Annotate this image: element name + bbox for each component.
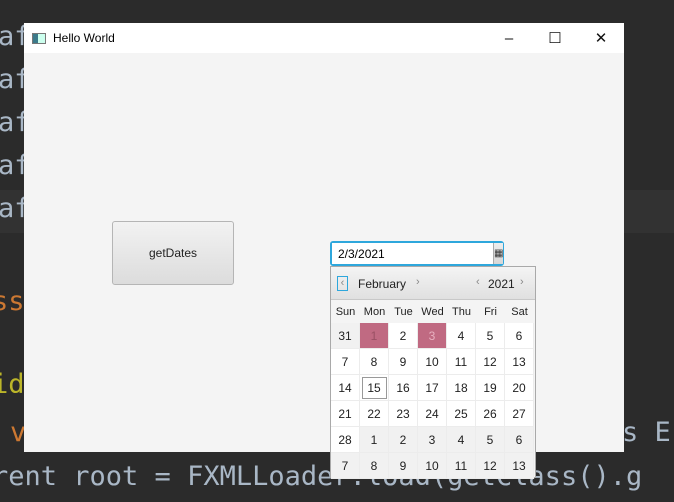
get-dates-button[interactable]: getDates	[112, 221, 234, 285]
day-name: Wed	[421, 306, 444, 318]
day-cell[interactable]: 23	[389, 401, 418, 427]
day-cell[interactable]: 9	[389, 349, 418, 375]
calendar-grid: 31 1 2 3 4 5 6 7 8 9 10 11 12 13 14 15 16 17 18 19 20 21 22 23 2…	[331, 323, 534, 479]
calendar-header: ‹ February › ‹ 2021 ›	[331, 267, 535, 300]
day-cell[interactable]: 8	[360, 453, 389, 479]
day-cell[interactable]: 6	[505, 323, 534, 349]
day-names-row: Sun Mon Tue Wed Thu Fri Sat	[331, 301, 534, 323]
day-cell[interactable]: 10	[418, 349, 447, 375]
day-cell[interactable]: 12	[476, 453, 505, 479]
day-cell[interactable]: 27	[505, 401, 534, 427]
day-cell[interactable]: 7	[331, 349, 360, 375]
date-input[interactable]	[332, 243, 493, 264]
day-cell[interactable]: 9	[389, 453, 418, 479]
code-fragment: rent root = FXMLLoader.load(getClass().g	[0, 461, 643, 492]
maximize-button[interactable]: ☐	[532, 23, 578, 53]
year-label: 2021	[488, 277, 515, 291]
minimize-button[interactable]: –	[486, 23, 532, 53]
day-cell[interactable]: 6	[505, 427, 534, 453]
app-icon	[32, 32, 46, 44]
day-cell[interactable]: 24	[418, 401, 447, 427]
code-fragment: s E	[622, 417, 671, 448]
day-name: Thu	[452, 306, 471, 318]
day-cell[interactable]: 17	[418, 375, 447, 401]
day-cell[interactable]: 12	[476, 349, 505, 375]
day-cell[interactable]: 21	[331, 401, 360, 427]
day-cell[interactable]: 5	[476, 323, 505, 349]
day-cell[interactable]: 7	[331, 453, 360, 479]
day-cell[interactable]: 11	[447, 453, 476, 479]
day-name: Mon	[363, 306, 386, 318]
month-label: February	[358, 277, 407, 291]
title-bar: Hello World – ☐ ✕	[24, 23, 624, 53]
day-cell[interactable]: 10	[418, 453, 447, 479]
day-cell[interactable]: 2	[389, 323, 418, 349]
day-cell[interactable]: 8	[360, 349, 389, 375]
day-cell[interactable]: 4	[447, 323, 476, 349]
date-picker[interactable]: ▦	[330, 241, 504, 266]
close-button[interactable]: ✕	[578, 23, 624, 53]
day-cell-selected[interactable]: 3	[418, 323, 447, 349]
day-cell[interactable]: 2	[389, 427, 418, 453]
day-cell[interactable]: 22	[360, 401, 389, 427]
code-fragment: ss	[0, 286, 25, 317]
day-cell[interactable]: 16	[389, 375, 418, 401]
code-fragment: id	[0, 369, 25, 400]
day-cell[interactable]: 25	[447, 401, 476, 427]
day-cell[interactable]: 1	[360, 427, 389, 453]
day-cell[interactable]: 14	[331, 375, 360, 401]
day-cell[interactable]: 18	[447, 375, 476, 401]
day-cell[interactable]: 3	[418, 427, 447, 453]
calendar-popup: ‹ February › ‹ 2021 › Sun Mon Tue Wed Thu Fri…	[330, 266, 536, 479]
window-title: Hello World	[53, 31, 115, 45]
next-month-button[interactable]: ›	[416, 276, 420, 288]
day-cell[interactable]: 13	[505, 349, 534, 375]
day-cell[interactable]: 11	[447, 349, 476, 375]
prev-month-button[interactable]: ‹	[337, 276, 348, 291]
day-cell[interactable]: 4	[447, 427, 476, 453]
day-cell[interactable]: 19	[476, 375, 505, 401]
day-name: Tue	[394, 306, 413, 318]
day-cell[interactable]: 13	[505, 453, 534, 479]
day-cell[interactable]: 28	[331, 427, 360, 453]
next-year-button[interactable]: ›	[520, 276, 524, 288]
day-cell[interactable]: 20	[505, 375, 534, 401]
day-name: Sat	[511, 306, 528, 318]
day-cell[interactable]: 31	[331, 323, 360, 349]
day-cell-selected[interactable]: 1	[360, 323, 389, 349]
prev-year-button[interactable]: ‹	[476, 276, 480, 288]
day-cell[interactable]: 5	[476, 427, 505, 453]
day-name: Fri	[484, 306, 497, 318]
day-name: Sun	[335, 306, 356, 318]
day-cell[interactable]: 26	[476, 401, 505, 427]
day-cell-today[interactable]: 15	[360, 375, 389, 401]
calendar-icon[interactable]: ▦	[493, 243, 504, 264]
